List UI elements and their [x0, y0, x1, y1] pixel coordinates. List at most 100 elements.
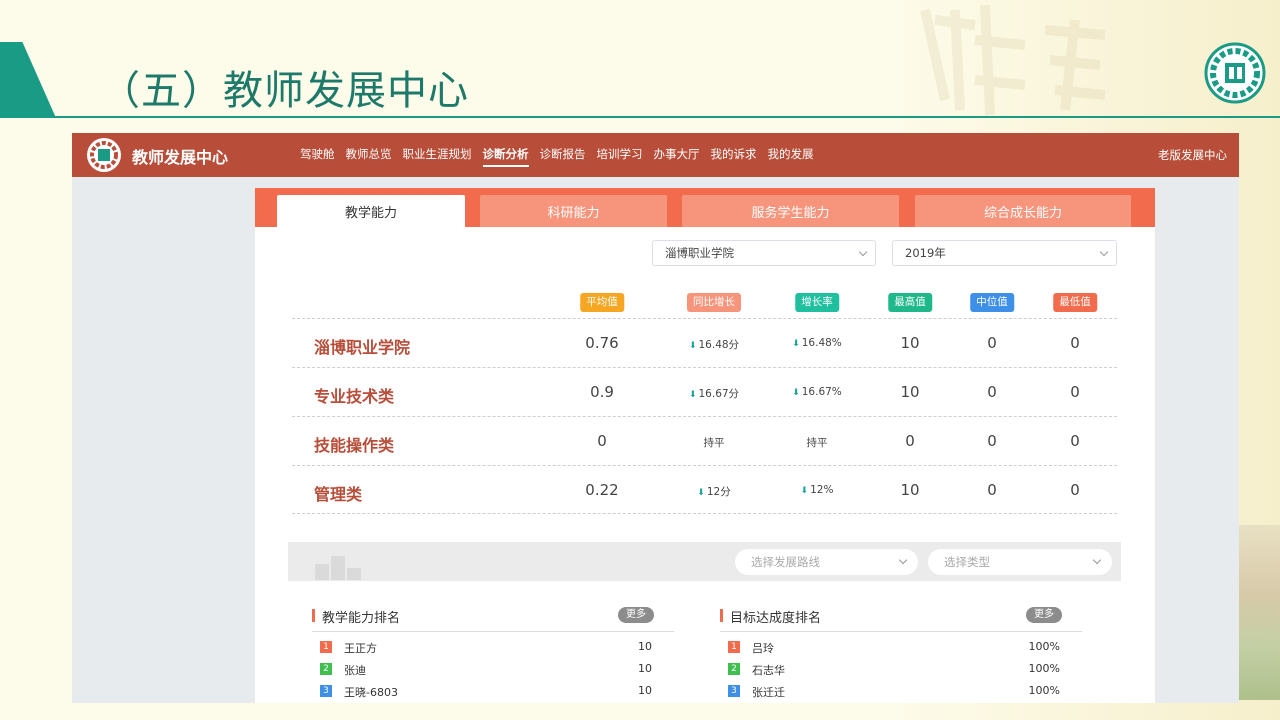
more-button[interactable]: 更多: [1026, 607, 1062, 623]
row-max: 0: [905, 432, 915, 450]
arrow-down-icon: ⬇: [792, 388, 800, 398]
campus-photo-fragment: [1238, 525, 1280, 700]
stats-row: 专业技术类 0.9 ⬇ 16.67分 ⬇ 16.67% 10 0 0: [292, 367, 1117, 416]
rank-number: 1: [728, 641, 740, 653]
ranking-filter-bar: 选择发展路线 选择类型: [288, 542, 1121, 581]
nav-item-career[interactable]: 职业生涯规划: [403, 146, 472, 167]
main-panel: 教学能力 科研能力 服务学生能力 综合成长能力 淄博职业学院 2019年 平均值…: [255, 188, 1155, 703]
target-achievement-ranking: 目标达成度排名 更多 1 吕玲 100% 2 石志华 100% 3 张迁迁 10…: [720, 600, 1082, 702]
row-yoy: ⬇ 16.67分: [689, 386, 739, 401]
arrow-down-icon: ⬇: [688, 390, 697, 400]
slide-title: （五）教师发展中心: [100, 68, 469, 114]
old-version-link[interactable]: 老版发展中心: [1158, 147, 1227, 163]
brand-logo-icon: [87, 138, 121, 172]
title-accent-bar: [720, 609, 723, 622]
nav-item-service-hall[interactable]: 办事大厅: [654, 146, 700, 167]
header-yoy: 同比增长: [687, 293, 741, 312]
ranking-item[interactable]: 1 吕玲 100%: [720, 636, 1082, 658]
row-median: 0: [987, 383, 997, 401]
ranking-item[interactable]: 3 张迁迁 100%: [720, 680, 1082, 702]
ranking-item[interactable]: 3 王晓-6803 10: [312, 680, 674, 702]
row-yoy-value: 12分: [706, 486, 731, 498]
row-min: 0: [1070, 481, 1080, 499]
nav-item-cockpit[interactable]: 驾驶舱: [300, 146, 335, 167]
year-select-value: 2019年: [905, 246, 946, 260]
school-select-value: 淄博职业学院: [665, 246, 734, 260]
top-navigation-bar: 教师发展中心 驾驶舱 教师总览 职业生涯规划 诊断分析 诊断报告 培训学习 办事…: [72, 133, 1239, 177]
row-max: 10: [900, 383, 920, 401]
rank-name: 王正方: [344, 642, 377, 655]
development-path-select[interactable]: 选择发展路线: [735, 549, 918, 575]
row-median: 0: [987, 432, 997, 450]
ranking-title: 目标达成度排名: [730, 611, 822, 626]
development-path-placeholder: 选择发展路线: [751, 555, 820, 569]
tab-research[interactable]: 科研能力: [480, 195, 667, 227]
row-average: 0.22: [585, 481, 619, 499]
calligraphy-watermark: [920, 4, 1106, 116]
ranking-title: 教学能力排名: [322, 611, 401, 626]
row-rate: ⬇ 16.48%: [792, 337, 842, 349]
ability-tab-bar: 教学能力 科研能力 服务学生能力 综合成长能力: [255, 188, 1155, 227]
slide-divider: [0, 116, 1280, 118]
tab-student-service[interactable]: 服务学生能力: [682, 195, 899, 227]
rank-number: 2: [320, 663, 332, 675]
nav-item-my-requests[interactable]: 我的诉求: [711, 146, 757, 167]
chevron-down-icon: [1092, 555, 1102, 565]
chevron-down-icon: [1099, 247, 1109, 257]
rank-number: 3: [320, 685, 332, 697]
nav-item-report[interactable]: 诊断报告: [540, 146, 586, 167]
rank-number: 2: [728, 663, 740, 675]
brand-name: 教师发展中心: [132, 148, 229, 167]
ranking-item[interactable]: 1 王正方 10: [312, 636, 674, 658]
row-median: 0: [987, 481, 997, 499]
rank-value: 100%: [1028, 684, 1060, 697]
nav-item-overview[interactable]: 教师总览: [346, 146, 392, 167]
row-name: 管理类: [314, 485, 363, 504]
nav-item-my-development[interactable]: 我的发展: [768, 146, 814, 167]
tab-comprehensive[interactable]: 综合成长能力: [915, 195, 1131, 227]
row-rate-value: 12%: [810, 484, 834, 496]
row-min: 0: [1070, 334, 1080, 352]
row-name: 技能操作类: [314, 436, 395, 455]
ranking-header: 目标达成度排名 更多: [720, 600, 1082, 632]
row-yoy: ⬇ 12分: [697, 484, 730, 499]
row-max: 10: [900, 334, 920, 352]
stats-table: 平均值 同比增长 增长率 最高值 中位值 最低值 淄博职业学院 0.76 ⬇ 16…: [292, 288, 1117, 514]
school-select[interactable]: 淄博职业学院: [652, 240, 876, 266]
row-yoy: ⬇ 16.48分: [689, 337, 739, 352]
arrow-down-icon: ⬇: [688, 341, 697, 351]
stats-header: 平均值 同比增长 增长率 最高值 中位值 最低值: [292, 288, 1117, 318]
tab-teaching[interactable]: 教学能力: [277, 195, 465, 227]
slide-accent-shape: [0, 42, 56, 118]
nav-item-training[interactable]: 培训学习: [597, 146, 643, 167]
title-accent-bar: [312, 609, 315, 622]
row-min: 0: [1070, 432, 1080, 450]
arrow-down-icon: ⬇: [792, 339, 800, 349]
row-average: 0: [597, 432, 607, 450]
rank-value: 10: [638, 662, 652, 675]
podium-icon: [315, 556, 361, 580]
stats-row: 管理类 0.22 ⬇ 12分 ⬇ 12% 10 0 0: [292, 465, 1117, 514]
row-min: 0: [1070, 383, 1080, 401]
row-yoy-value: 16.48分: [698, 339, 740, 351]
year-select[interactable]: 2019年: [892, 240, 1117, 266]
ranking-item[interactable]: 2 石志华 100%: [720, 658, 1082, 680]
row-name: 淄博职业学院: [314, 338, 411, 357]
stats-row: 技能操作类 0 持平 持平 0 0 0: [292, 416, 1117, 465]
nav-menu: 驾驶舱 教师总览 职业生涯规划 诊断分析 诊断报告 培训学习 办事大厅 我的诉求…: [300, 146, 825, 167]
row-yoy: 持平: [703, 437, 725, 449]
row-rate-value: 16.48%: [801, 337, 842, 349]
ranking-item[interactable]: 2 张迪 10: [312, 658, 674, 680]
chevron-down-icon: [858, 247, 868, 257]
rank-name: 吕玲: [752, 642, 774, 655]
type-placeholder: 选择类型: [944, 555, 990, 569]
header-median: 中位值: [970, 293, 1014, 312]
row-name: 专业技术类: [314, 387, 395, 406]
teaching-ranking: 教学能力排名 更多 1 王正方 10 2 张迪 10 3 王晓-6803 10: [312, 600, 674, 702]
header-min: 最低值: [1053, 293, 1097, 312]
row-max: 10: [900, 481, 920, 499]
nav-item-diagnosis[interactable]: 诊断分析: [482, 146, 529, 167]
header-growth-rate: 增长率: [795, 293, 839, 312]
more-button[interactable]: 更多: [618, 607, 654, 623]
type-select[interactable]: 选择类型: [928, 549, 1112, 575]
